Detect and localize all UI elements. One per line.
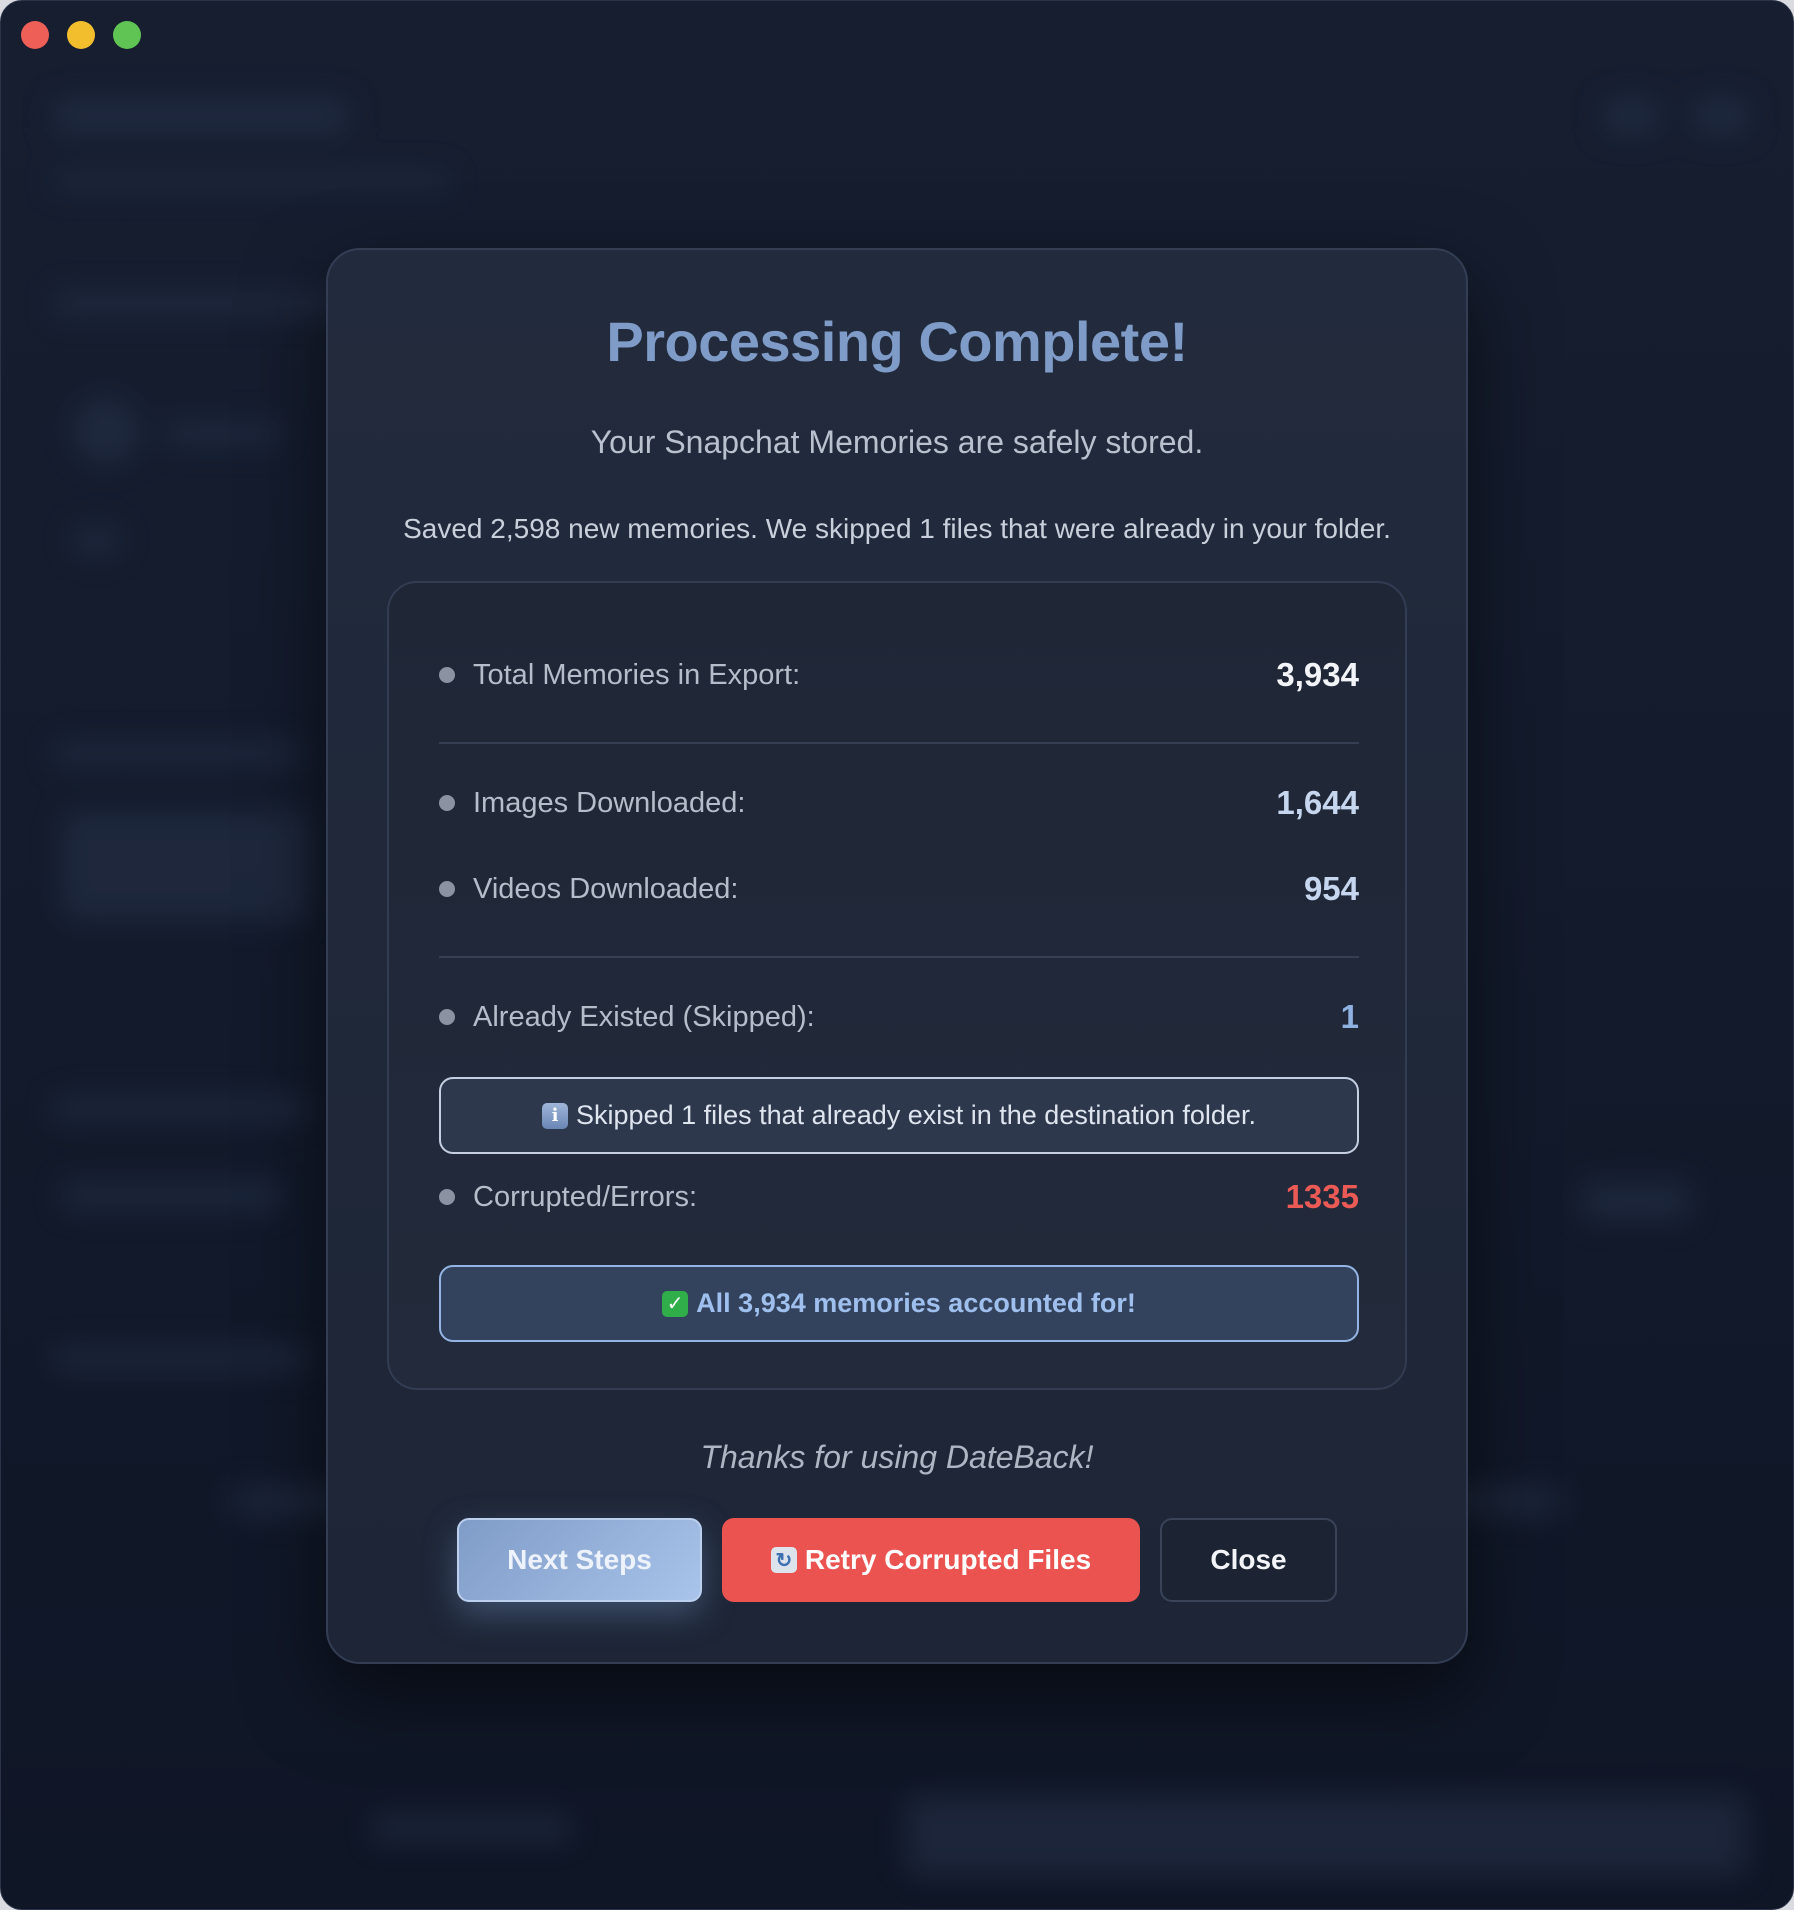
stat-label: Total Memories in Export: [473,658,801,691]
stat-row-skipped: Already Existed (Skipped): 1 [439,987,1359,1047]
app-window: Processing Complete! Your Snapchat Memor… [0,0,1794,1910]
skipped-notice: i Skipped 1 files that already exist in … [439,1077,1359,1154]
stat-value: 1,644 [1276,784,1359,821]
dialog-subtitle: Your Snapchat Memories are safely stored… [590,424,1204,460]
stat-label: Images Downloaded: [473,786,746,819]
stat-label: Already Existed (Skipped): [473,1000,815,1033]
stats-panel: Total Memories in Export: 3,934 Images D… [387,581,1407,1390]
accounted-notice: ✓ All 3,934 memories accounted for! [439,1265,1359,1342]
stat-row-images: Images Downloaded: 1,644 [439,773,1359,833]
retry-label: Retry Corrupted Files [804,1544,1092,1575]
bullet-icon [439,667,455,683]
bullet-icon [439,1189,455,1205]
zoom-window-icon[interactable] [113,21,141,49]
close-button[interactable]: Close [1160,1518,1337,1602]
bullet-icon [439,795,455,811]
bullet-icon [439,881,455,897]
dialog-title: Processing Complete! [606,310,1188,373]
thanks-message: Thanks for using DateBack! [700,1439,1094,1475]
window-controls [21,21,141,49]
stat-label: Videos Downloaded: [473,872,739,905]
stat-label: Corrupted/Errors: [473,1180,698,1213]
info-icon: i [542,1102,569,1129]
divider [439,956,1359,958]
stat-row-errors: Corrupted/Errors: 1335 [439,1167,1359,1227]
minimize-window-icon[interactable] [67,21,95,49]
accounted-notice-text: All 3,934 memories accounted for! [696,1288,1136,1318]
stat-value: 1 [1340,998,1359,1035]
divider [439,742,1359,744]
stat-value: 3,934 [1276,656,1359,693]
retry-icon: ↻ [770,1547,797,1573]
stat-value: 954 [1303,870,1359,907]
dialog-summary: Saved 2,598 new memories. We skipped 1 f… [403,513,1391,544]
stat-row-videos: Videos Downloaded: 954 [439,859,1359,919]
next-steps-button[interactable]: Next Steps [457,1518,702,1602]
retry-corrupted-button[interactable]: ↻ Retry Corrupted Files [722,1518,1140,1602]
stat-row-total: Total Memories in Export: 3,934 [439,645,1359,705]
bullet-icon [439,1009,455,1025]
close-label: Close [1210,1544,1287,1575]
close-window-icon[interactable] [21,21,49,49]
stat-value: 1335 [1285,1178,1359,1215]
next-steps-label: Next Steps [507,1544,652,1575]
check-icon: ✓ [662,1290,689,1317]
skipped-notice-text: Skipped 1 files that already exist in th… [576,1100,1256,1130]
